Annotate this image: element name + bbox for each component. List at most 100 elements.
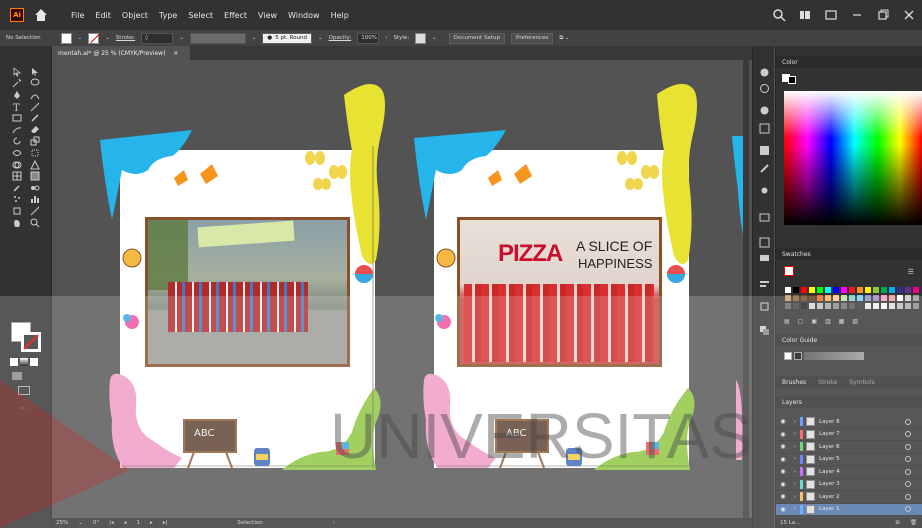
more-tools-icon[interactable]: ··· [20,404,28,413]
color-guide-icon[interactable] [758,122,770,134]
menu-select[interactable]: Select [188,11,213,20]
free-transform-icon[interactable] [27,147,43,159]
eye-icon[interactable]: ◉ [776,456,790,463]
delete-layer-icon[interactable]: 🗑 [910,520,917,526]
artboard-tool-icon[interactable] [9,205,25,217]
symbols-icon[interactable] [758,184,770,196]
layers-panel-icon[interactable] [758,324,770,336]
fill-stroke-mini[interactable] [782,74,796,84]
chevron-down-icon[interactable]: ⌄ [78,520,83,526]
workspace-icon[interactable] [824,8,838,22]
target-icon[interactable] [905,431,911,438]
eyedropper-icon[interactable] [9,182,25,194]
lasso-icon[interactable] [27,78,43,90]
menu-effect[interactable]: Effect [224,11,247,20]
zoom-tool-icon[interactable] [27,217,43,229]
comments-icon[interactable] [758,252,770,264]
canvas-vertical-scrollbar[interactable] [743,60,749,518]
eye-icon[interactable]: ◉ [776,493,790,500]
stroke-color-swatch[interactable] [21,332,41,352]
stroke-panel-icon[interactable] [758,236,770,248]
color-guide-header[interactable]: Color Guide [776,334,922,346]
expand-icon[interactable]: › [790,431,800,437]
new-layer-icon[interactable]: ⊞ [895,520,900,526]
perspective-grid-icon[interactable] [27,159,43,171]
draw-mode-icon[interactable] [12,372,22,380]
transform-icon[interactable] [758,300,770,312]
target-icon[interactable] [905,456,911,463]
shaper-tool-icon[interactable] [9,124,25,136]
fill-stroke-control[interactable] [11,322,45,354]
none-button[interactable] [30,358,38,366]
chevron-down-icon[interactable]: ⌄ [78,35,83,41]
tab-symbols[interactable]: Symbols [849,379,874,386]
expand-icon[interactable]: › [790,419,800,425]
chevron-down-icon[interactable]: ⌄ [318,35,323,41]
gradient-tool-icon[interactable] [27,170,43,182]
fill-swatch[interactable] [60,32,72,44]
minimize-icon[interactable] [850,8,864,22]
paintbrush-tool-icon[interactable] [27,112,43,124]
rotation-value[interactable]: 0° [93,520,99,526]
rotate-tool-icon[interactable] [9,136,25,148]
stroke-swatch[interactable] [88,32,100,44]
swatches-panel-header[interactable]: Swatches [776,248,922,260]
zoom-level[interactable]: 25% [56,520,68,526]
menu-view[interactable]: View [258,11,277,20]
target-icon[interactable] [905,468,911,475]
align-icon[interactable] [758,278,770,290]
chevron-down-icon[interactable]: ⌄ [179,35,184,41]
color-button[interactable] [10,358,18,366]
opacity-field[interactable]: 100% [357,32,380,44]
chevron-down-icon[interactable]: ⌄ [105,35,110,41]
photo-frame-1[interactable] [145,217,350,367]
scale-tool-icon[interactable] [27,136,43,148]
brushes-icon[interactable] [758,162,770,174]
column-graph-icon[interactable] [27,194,43,206]
eye-icon[interactable]: ◉ [776,443,790,450]
artboard-nav-last-icon[interactable]: ▸| [163,520,168,526]
swatch-list-view-icon[interactable]: ☰ [908,268,914,276]
menu-edit[interactable]: Edit [95,11,111,20]
menu-object[interactable]: Object [122,11,148,20]
brush-definition[interactable]: ● 5 pt. Round [262,32,313,44]
target-icon[interactable] [905,493,911,500]
document-tab[interactable]: mentah.ai* @ 25 % (CMYK/Preview) × [52,46,190,60]
chevron-down-icon[interactable]: ⌄ [432,35,437,41]
variable-width-field[interactable] [189,32,246,44]
layer-row[interactable]: ◉ › Layer 7 [776,429,922,441]
expand-icon[interactable]: › [790,456,800,462]
artboard-number[interactable]: 1 [136,520,140,526]
menu-window[interactable]: Window [288,11,320,20]
chevron-right-icon[interactable]: › [333,520,335,526]
expand-icon[interactable]: › [790,469,800,475]
tab-brushes[interactable]: Brushes [782,379,806,386]
tab-stroke[interactable]: Stroke [818,379,837,386]
gradient-button[interactable] [20,358,28,366]
eye-icon[interactable]: ◉ [776,506,790,513]
eraser-tool-icon[interactable] [27,124,43,136]
swatch-none-icon[interactable] [784,266,794,276]
target-icon[interactable] [905,418,911,425]
arrange-icon[interactable]: ⧉ ⌄ [559,35,569,42]
target-icon[interactable] [905,481,911,488]
eye-icon[interactable]: ◉ [776,431,790,438]
layer-row[interactable]: ◉ › Layer 8 [776,416,922,429]
type-tool-icon[interactable]: T [9,101,25,113]
menu-help[interactable]: Help [331,11,349,20]
blend-tool-icon[interactable] [27,182,43,194]
close-icon[interactable] [902,8,916,22]
color-panel-icon[interactable] [758,104,770,116]
shape-builder-icon[interactable] [9,159,25,171]
color-guide-row[interactable] [784,352,864,360]
eye-icon[interactable]: ◉ [776,481,790,488]
swatch-grid[interactable] [784,286,920,310]
layer-row[interactable]: ◉ › Layer 1 [776,503,922,516]
graphic-styles-icon[interactable] [758,210,770,222]
close-tab-icon[interactable]: × [173,50,178,57]
eye-icon[interactable]: ◉ [776,418,790,425]
color-panel-header[interactable]: Color [776,56,922,68]
layer-row[interactable]: ◉ › Layer 5 [776,454,922,466]
photo-frame-2[interactable]: PIZZA A SLICE OF HAPPINESS [457,217,662,367]
symbol-sprayer-icon[interactable] [9,194,25,206]
